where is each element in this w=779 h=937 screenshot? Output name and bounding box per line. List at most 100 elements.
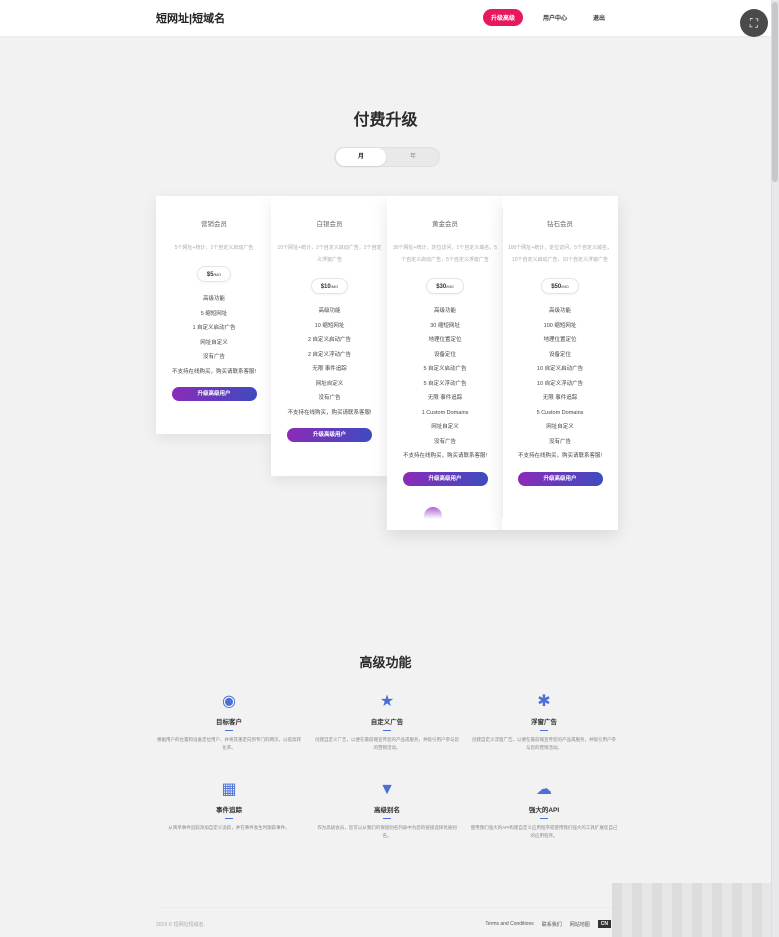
redacted-overlay [612, 883, 779, 937]
top-header: 短网址|短域名 升级高级 用户中心 退出 [0, 0, 771, 36]
plan-price: $5/MO [196, 266, 232, 282]
divider [383, 730, 391, 731]
plan-feature: 2 自定义启动广告 [307, 337, 352, 343]
plan-feature: 1 自定义启动广告 [192, 325, 236, 331]
plan-feature: 无限 事件追踪 [312, 366, 347, 372]
feature-item: ◉ 目标客户 根据用户的位置和设备定位用户，并将其重定向到专门的网页，以提高转化… [155, 692, 303, 752]
feature-item: ▼ 高级别名 作为高级会员，您可以从我们的保留别名列表中为您的链接选择优质别名。 [313, 780, 461, 840]
divider [225, 818, 233, 819]
plan-feature: 高级功能 [318, 308, 341, 314]
plan-feature: 5 缩短网址 [200, 310, 228, 317]
footer-link-terms[interactable]: Terms and Conditions [485, 921, 533, 927]
upgrade-button[interactable]: 升级高级用户 [402, 471, 488, 486]
plan-description: 5个网址+统计，1个自定义启动广告 [174, 245, 254, 251]
divider [225, 730, 233, 731]
plan-feature: 10 自定义浮动广告 [536, 380, 584, 387]
plan-name: 白银会员 [316, 221, 343, 228]
plan-feature: 10 缩短网址 [314, 322, 345, 329]
language-switch[interactable]: CN [597, 920, 611, 928]
crop-icon: ⛶ [749, 15, 759, 30]
price-unit: /MO [213, 272, 222, 277]
upgrade-button[interactable]: 升级高级用户 [171, 387, 257, 401]
plan-feature: 没有广告 [202, 354, 225, 360]
plan-feature: 设备定位 [548, 351, 571, 358]
plan-feature: 无限 事件追踪 [542, 395, 578, 401]
billing-period-toggle[interactable]: 月 年 [334, 147, 440, 167]
plan-feature-list: 高级功能 30 缩短网址 地理位置定位 设备定位 5 自定义启动广告 5 自定义… [387, 304, 503, 464]
plan-price: $50/MO [541, 278, 579, 294]
plan-feature-list: 高级功能 100 缩短网址 地理位置定位 设备定位 10 自定义启动广告 10 … [502, 304, 618, 464]
nav-upgrade[interactable]: 升级高级 [482, 9, 523, 26]
price-amount: $5 [206, 272, 214, 278]
grid-icon: ▦ [221, 781, 237, 798]
toggle-monthly[interactable]: 月 [336, 148, 386, 166]
plan-feature: 5 自定义启动广告 [423, 366, 467, 372]
feature-title: 事件追踪 [216, 807, 242, 814]
footer-divider [156, 907, 616, 908]
plan-price: $30/MO [426, 278, 464, 294]
feature-item: ✱ 浮窗广告 创建自定义浮窗广告，以便在最前端宣传您的产品或服务，并吸引用户参与… [470, 692, 618, 752]
plan-feature: 无限 事件追踪 [427, 395, 463, 401]
footer-links: Terms and Conditions 联系我们 网站地图 CN [485, 920, 611, 928]
feature-title: 浮窗广告 [531, 719, 557, 726]
site-logo[interactable]: 短网址|短域名 [156, 10, 225, 26]
feature-item: ▦ 事件追踪 从简单事件追踪添加自定义追踪，并在事件发生时跟踪事件。 [155, 780, 303, 832]
price-amount: $50 [551, 284, 562, 290]
plan-card: 营销会员 5个网址+统计，1个自定义启动广告 $5/MO 高级功能 5 缩短网址… [156, 196, 272, 434]
plan-card: 白银会员 10个网址+统计，2个自定义启动广告，2个自定义浮窗广告 $10/MO… [271, 196, 388, 476]
nav-logout[interactable]: 退出 [587, 9, 611, 26]
plan-feature: 30 缩短网址 [430, 322, 460, 329]
plan-price: $10/MO [310, 278, 349, 294]
plan-feature: 网址自定义 [200, 339, 228, 346]
footer-link-contact[interactable]: 联系我们 [542, 921, 562, 928]
plan-description: 10个网址+统计，2个自定义启动广告，2个自定义浮窗广告 [277, 245, 382, 263]
upgrade-button[interactable]: 升级高级用户 [517, 471, 603, 486]
nav-user-center[interactable]: 用户中心 [537, 9, 573, 26]
feature-title: 自定义广告 [370, 719, 404, 726]
cocktail-icon: ▼ [379, 781, 395, 798]
scrollbar[interactable] [771, 0, 779, 937]
screenshot-tool-button[interactable]: ⛶ [740, 9, 768, 37]
plan-feature: 2 自定义浮动广告 [307, 351, 352, 358]
toggle-yearly[interactable]: 年 [388, 148, 438, 166]
plan-feature: 没有广告 [548, 438, 571, 445]
footer-link-sitemap[interactable]: 网站地图 [570, 921, 590, 928]
plan-feature: 网址自定义 [546, 424, 574, 430]
upgrade-button[interactable]: 升级高级用户 [287, 428, 372, 442]
plan-name: 营销会员 [201, 221, 227, 228]
feature-description: 根据用户的位置和设备定位用户，并将其重定向到专门的网页，以提高转化率。 [157, 737, 301, 750]
features-title: 高级功能 [359, 655, 412, 670]
page: 短网址|短域名 升级高级 用户中心 退出 付费升级 月 年 营销会员 5个网址+… [0, 0, 771, 937]
feature-description: 从简单事件追踪添加自定义追踪，并在事件发生时跟踪事件。 [168, 825, 290, 830]
feature-description: 使用我们强大的API构建自定义应用程序或使用我们强大的工具扩展您自己的应用程序。 [470, 825, 618, 838]
plan-feature: 网址自定义 [315, 380, 344, 387]
plan-name: 黄金会员 [432, 221, 458, 228]
plan-feature: 地理位置定位 [428, 337, 462, 343]
divider [540, 730, 548, 731]
plan-feature: 10 自定义启动广告 [536, 366, 584, 372]
plan-feature-list: 高级功能 5 缩短网址 1 自定义启动广告 网址自定义 没有广告 不支持在线购买… [156, 292, 272, 379]
cloud-icon: ☁ [536, 781, 552, 798]
price-unit: /MO [330, 284, 339, 289]
plan-feature: 高级功能 [433, 308, 456, 314]
feature-title: 高级别名 [374, 807, 400, 814]
feature-item: ★ 自定义广告 创建自定义广告，以便在最前端宣传您的产品或服务，并吸引用户参与您… [313, 692, 461, 752]
plan-feature: 1 Custom Domains [421, 409, 469, 416]
scrollbar-thumb[interactable] [772, 2, 778, 182]
plan-feature-list: 高级功能 10 缩短网址 2 自定义启动广告 2 自定义浮动广告 无限 事件追踪… [271, 304, 388, 420]
divider [540, 818, 548, 819]
plan-feature: 网址自定义 [431, 424, 459, 430]
plan-feature: 地理位置定位 [543, 337, 577, 343]
plan-feature: 设备定位 [433, 351, 456, 358]
divider [383, 818, 391, 819]
top-nav: 升级高级 用户中心 退出 [482, 9, 611, 26]
plan-feature: 不支持在线购买，购买请联系客服! [287, 409, 372, 416]
plan-card: 黄金会员 30个网址+统计，定位访问，1个自定义域名，5个自定义启动广告，5个自… [387, 196, 503, 530]
copyright-text: 2019 © 短网址短域名. [156, 922, 205, 928]
price-unit: /MO [446, 284, 454, 289]
plan-feature: 5 Custom Domains [536, 409, 584, 416]
plan-card: 钻石会员 100个网址+统计，定位访问，5个自定义域名，10个自定义启动广告，1… [502, 196, 618, 530]
plan-feature: 100 缩短网址 [543, 322, 577, 329]
plan-feature: 没有广告 [318, 395, 341, 401]
star-icon: ★ [379, 693, 395, 710]
